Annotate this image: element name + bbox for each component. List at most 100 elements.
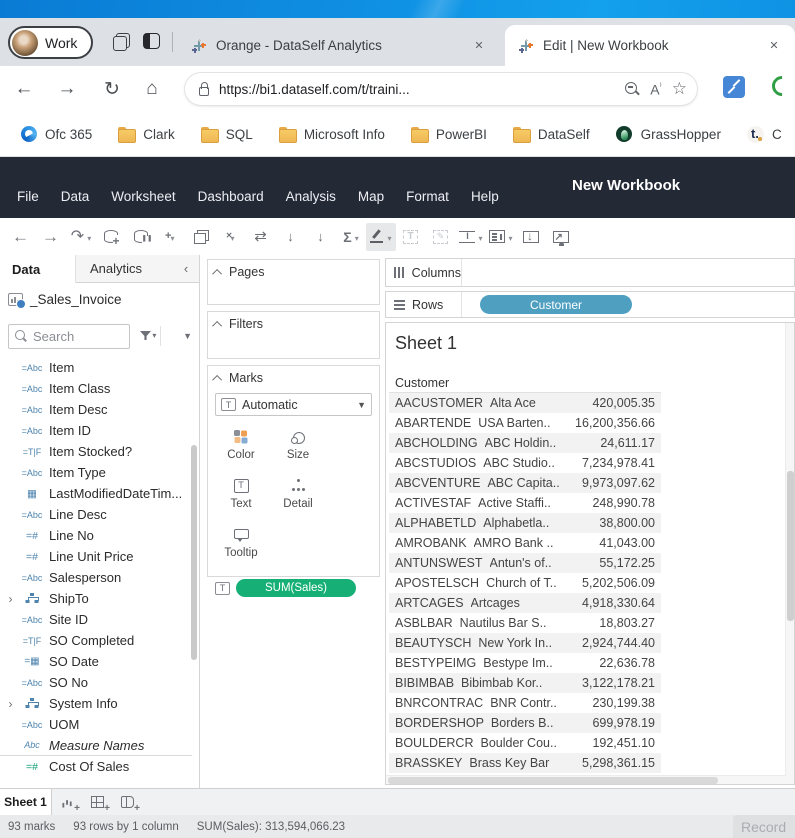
field-row[interactable]: Line No [0, 525, 192, 546]
field-row[interactable]: Cost Of Sales [0, 756, 192, 777]
table-row[interactable]: ALPHABETLD Alphabetla.. 38,800.00 [389, 513, 661, 533]
search-input[interactable] [33, 329, 123, 344]
field-row[interactable]: Salesperson [0, 567, 192, 588]
table-row[interactable]: BESTYPEIMG Bestype Im.. 22,636.78 [389, 653, 661, 673]
record-overlay[interactable]: Record [733, 815, 795, 838]
field-row[interactable]: Item Type [0, 462, 192, 483]
menu-item[interactable]: Map [347, 185, 395, 208]
collapse-chevron-icon[interactable] [212, 374, 222, 384]
bookmark-item[interactable]: Ofc 365 [20, 127, 92, 142]
expand-chevron-icon[interactable] [6, 592, 15, 606]
tab-close-icon[interactable] [470, 37, 488, 55]
table-column-header[interactable]: Customer [389, 373, 661, 393]
toolbar-button[interactable] [336, 223, 366, 251]
table-row[interactable]: BNRCONTRAC BNR Contr.. 230,199.38 [389, 693, 661, 713]
bookmark-item[interactable]: DataSelf [513, 127, 590, 142]
menu-item[interactable]: Help [460, 185, 510, 208]
field-search-box[interactable] [8, 324, 130, 349]
table-row[interactable]: ARTCAGES Artcages 4,918,330.64 [389, 593, 661, 613]
mark-property-button[interactable]: Color [215, 423, 267, 467]
tab-analytics[interactable]: Analytics [76, 255, 173, 283]
toolbar-button[interactable] [426, 223, 456, 251]
mark-property-button[interactable]: Text [215, 472, 267, 516]
toolbar-button[interactable] [456, 223, 486, 251]
field-row[interactable]: Item Class [0, 378, 192, 399]
toolbar-button[interactable] [396, 223, 426, 251]
mark-property-button[interactable]: Detail [272, 472, 324, 516]
toolbar-button[interactable] [6, 223, 36, 251]
field-row[interactable]: System Info [0, 693, 192, 714]
field-list-scrollbar[interactable] [191, 445, 197, 660]
collapse-chevron-icon[interactable] [212, 268, 222, 278]
toolbar-button[interactable] [156, 223, 186, 251]
table-row[interactable]: ABCSTUDIOS ABC Studio.. 7,234,978.41 [389, 453, 661, 473]
customer-pill[interactable]: Customer [480, 295, 632, 314]
menu-item[interactable]: Data [50, 185, 101, 208]
marks-card[interactable]: Marks Automatic ▼ Color Size Text [207, 365, 380, 577]
table-row[interactable]: BOULDERCR Boulder Cou.. 192,451.10 [389, 733, 661, 753]
table-row[interactable]: BIBIMBAB Bibimbab Kor.. 3,122,178.21 [389, 673, 661, 693]
bookmark-item[interactable]: SQL [201, 127, 253, 142]
forward-icon[interactable]: → [53, 75, 81, 103]
table-row[interactable]: AACUSTOMER Alta Ace 420,005.35 [389, 393, 661, 413]
menu-item[interactable]: File [6, 185, 50, 208]
sheet-tab[interactable]: Sheet 1 [0, 789, 52, 815]
new-worksheet-icon[interactable] [52, 789, 82, 815]
tab-close-icon[interactable] [765, 37, 783, 55]
field-row[interactable]: UOM [0, 714, 192, 735]
lock-icon[interactable] [199, 87, 209, 96]
table-row[interactable]: ACTIVESTAF Active Staffi.. 248,990.78 [389, 493, 661, 513]
vertical-scrollbar[interactable] [785, 323, 794, 784]
zoom-out-icon[interactable] [624, 81, 640, 97]
mark-property-button[interactable]: Size [272, 423, 324, 467]
new-dashboard-icon[interactable] [82, 789, 112, 815]
toolbar-button[interactable] [546, 223, 576, 251]
field-row[interactable]: Measure Names [0, 735, 192, 756]
table-row[interactable]: APOSTELSCH Church of T.. 5,202,506.09 [389, 573, 661, 593]
table-row[interactable]: BEAUTYSCH New York In.. 2,924,744.40 [389, 633, 661, 653]
menu-item[interactable]: Worksheet [100, 185, 186, 208]
sum-sales-pill[interactable]: SUM(Sales) [236, 579, 356, 597]
bookmark-item[interactable]: Clark [118, 127, 175, 142]
browser-extension-icon[interactable] [723, 76, 745, 98]
scrollbar-thumb[interactable] [787, 471, 794, 621]
toolbar-button[interactable] [486, 223, 516, 251]
bookmark-item[interactable]: Microsoft Info [279, 127, 385, 142]
filter-funnel-icon[interactable] [139, 330, 148, 342]
table-row[interactable]: BORDERSHOP Borders B.. 699,978.19 [389, 713, 661, 733]
browser-tab-edit-workbook[interactable]: Edit | New Workbook [505, 25, 795, 66]
table-row[interactable]: ABCVENTURE ABC Capita.. 9,973,097.62 [389, 473, 661, 493]
browser-profile-button[interactable]: Work [8, 26, 93, 59]
field-row[interactable]: Item [0, 357, 192, 378]
field-row[interactable]: Line Desc [0, 504, 192, 525]
toolbar-button[interactable] [516, 223, 546, 251]
field-row[interactable]: Item Stocked? [0, 441, 192, 462]
bookmark-item[interactable]: GrassHopper [616, 127, 721, 142]
field-row[interactable]: SO No [0, 672, 192, 693]
pages-card[interactable]: Pages [207, 259, 380, 305]
field-row[interactable]: ShipTo [0, 588, 192, 609]
field-row[interactable]: Item Desc [0, 399, 192, 420]
field-row[interactable]: LastModifiedDateTim... [0, 483, 192, 504]
toolbar-button[interactable] [216, 223, 246, 251]
table-row[interactable]: ASBLBAR Nautilus Bar S.. 18,803.27 [389, 613, 661, 633]
address-bar[interactable]: https://bi1.dataself.com/t/traini... A⁾ … [185, 73, 697, 105]
field-row[interactable]: Line Unit Price [0, 546, 192, 567]
phone-extension-icon[interactable] [770, 74, 795, 100]
filters-card[interactable]: Filters [207, 311, 380, 359]
table-row[interactable]: BRASSKEY Brass Key Bar 5,298,361.15 [389, 753, 661, 773]
columns-shelf[interactable]: Columns [385, 258, 795, 287]
field-row[interactable]: Site ID [0, 609, 192, 630]
mark-type-dropdown[interactable]: Automatic ▼ [215, 393, 372, 416]
scrollbar-thumb[interactable] [388, 777, 718, 784]
table-row[interactable]: AMROBANK AMRO Bank .. 41,043.00 [389, 533, 661, 553]
toolbar-button[interactable] [276, 223, 306, 251]
toolbar-button[interactable] [246, 223, 276, 251]
table-row[interactable]: ABCHOLDING ABC Holdin.. 24,611.17 [389, 433, 661, 453]
collapse-pane-icon[interactable]: ‹ [173, 255, 199, 283]
new-story-icon[interactable] [112, 789, 142, 815]
toolbar-button[interactable] [36, 223, 66, 251]
toolbar-button[interactable] [306, 223, 336, 251]
collapse-chevron-icon[interactable] [212, 320, 222, 330]
refresh-icon[interactable]: ↻ [98, 75, 126, 103]
